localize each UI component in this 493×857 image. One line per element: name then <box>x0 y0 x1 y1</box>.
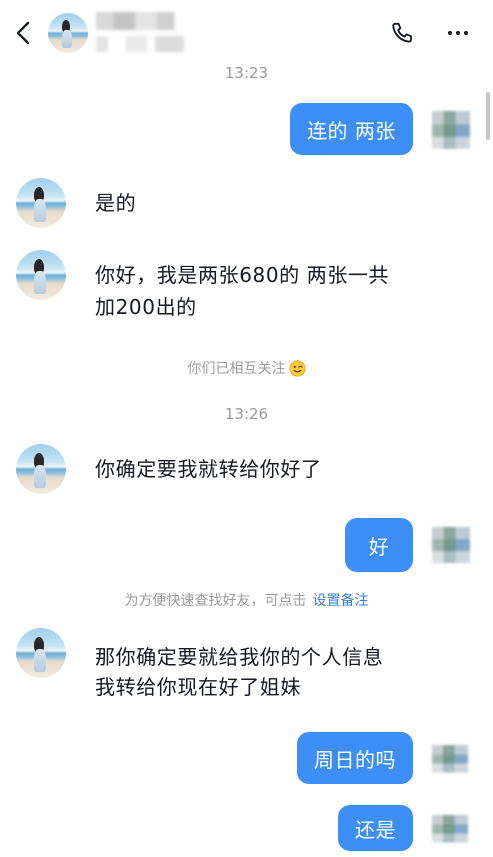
message-line: 是的 <box>95 191 137 215</box>
wink-emoji-icon <box>288 359 306 377</box>
timestamp: 13:26 <box>224 405 269 423</box>
sent-message-bubble[interactable]: 周日的吗 <box>297 732 413 784</box>
contact-avatar[interactable] <box>48 13 88 53</box>
message-line: 加200出的 <box>95 295 197 319</box>
contact-name-blurred[interactable] <box>96 12 194 52</box>
scrollbar[interactable] <box>486 92 490 140</box>
sender-avatar[interactable] <box>16 444 66 494</box>
message-line: 我转给你现在好了姐妹 <box>95 675 301 699</box>
my-avatar[interactable] <box>432 527 470 563</box>
notice-text: 你们已相互关注 <box>187 361 286 377</box>
received-message[interactable]: 你确定要我就转给你好了 <box>95 454 322 485</box>
system-notice-mutual-follow: 你们已相互关注 <box>0 358 493 378</box>
sent-message-bubble[interactable]: 还是 <box>338 805 413 851</box>
received-message[interactable]: 那你确定要就给我你的个人信息 我转给你现在好了姐妹 <box>95 642 383 702</box>
my-avatar[interactable] <box>432 815 468 843</box>
set-remark-link[interactable]: 设置备注 <box>313 590 369 610</box>
timestamp: 13:23 <box>224 64 269 82</box>
sender-avatar[interactable] <box>16 178 66 228</box>
system-notice-set-remark: 为方便快速查找好友，可点击 设置备注 <box>0 590 493 610</box>
more-icon <box>447 30 469 36</box>
my-avatar[interactable] <box>432 111 470 149</box>
received-message[interactable]: 是的 <box>95 188 136 219</box>
my-avatar[interactable] <box>432 745 468 773</box>
call-button[interactable] <box>390 21 414 45</box>
more-button[interactable] <box>446 21 470 45</box>
chevron-left-icon <box>16 21 30 45</box>
notice-text: 为方便快速查找好友，可点击 <box>124 593 307 609</box>
message-line: 你确定要我就转给你好了 <box>95 457 322 481</box>
message-line: 你好，我是两张680的 两张一共 <box>95 263 390 287</box>
sent-message-bubble[interactable]: 连的 两张 <box>290 103 413 155</box>
received-message[interactable]: 你好，我是两张680的 两张一共 加200出的 <box>95 259 389 323</box>
message-line: 那你确定要就给我你的个人信息 <box>95 645 384 669</box>
sender-avatar[interactable] <box>16 250 66 300</box>
phone-icon <box>392 22 412 43</box>
back-button[interactable] <box>12 20 36 46</box>
sent-message-bubble[interactable]: 好 <box>345 518 413 572</box>
sender-avatar[interactable] <box>16 628 66 678</box>
